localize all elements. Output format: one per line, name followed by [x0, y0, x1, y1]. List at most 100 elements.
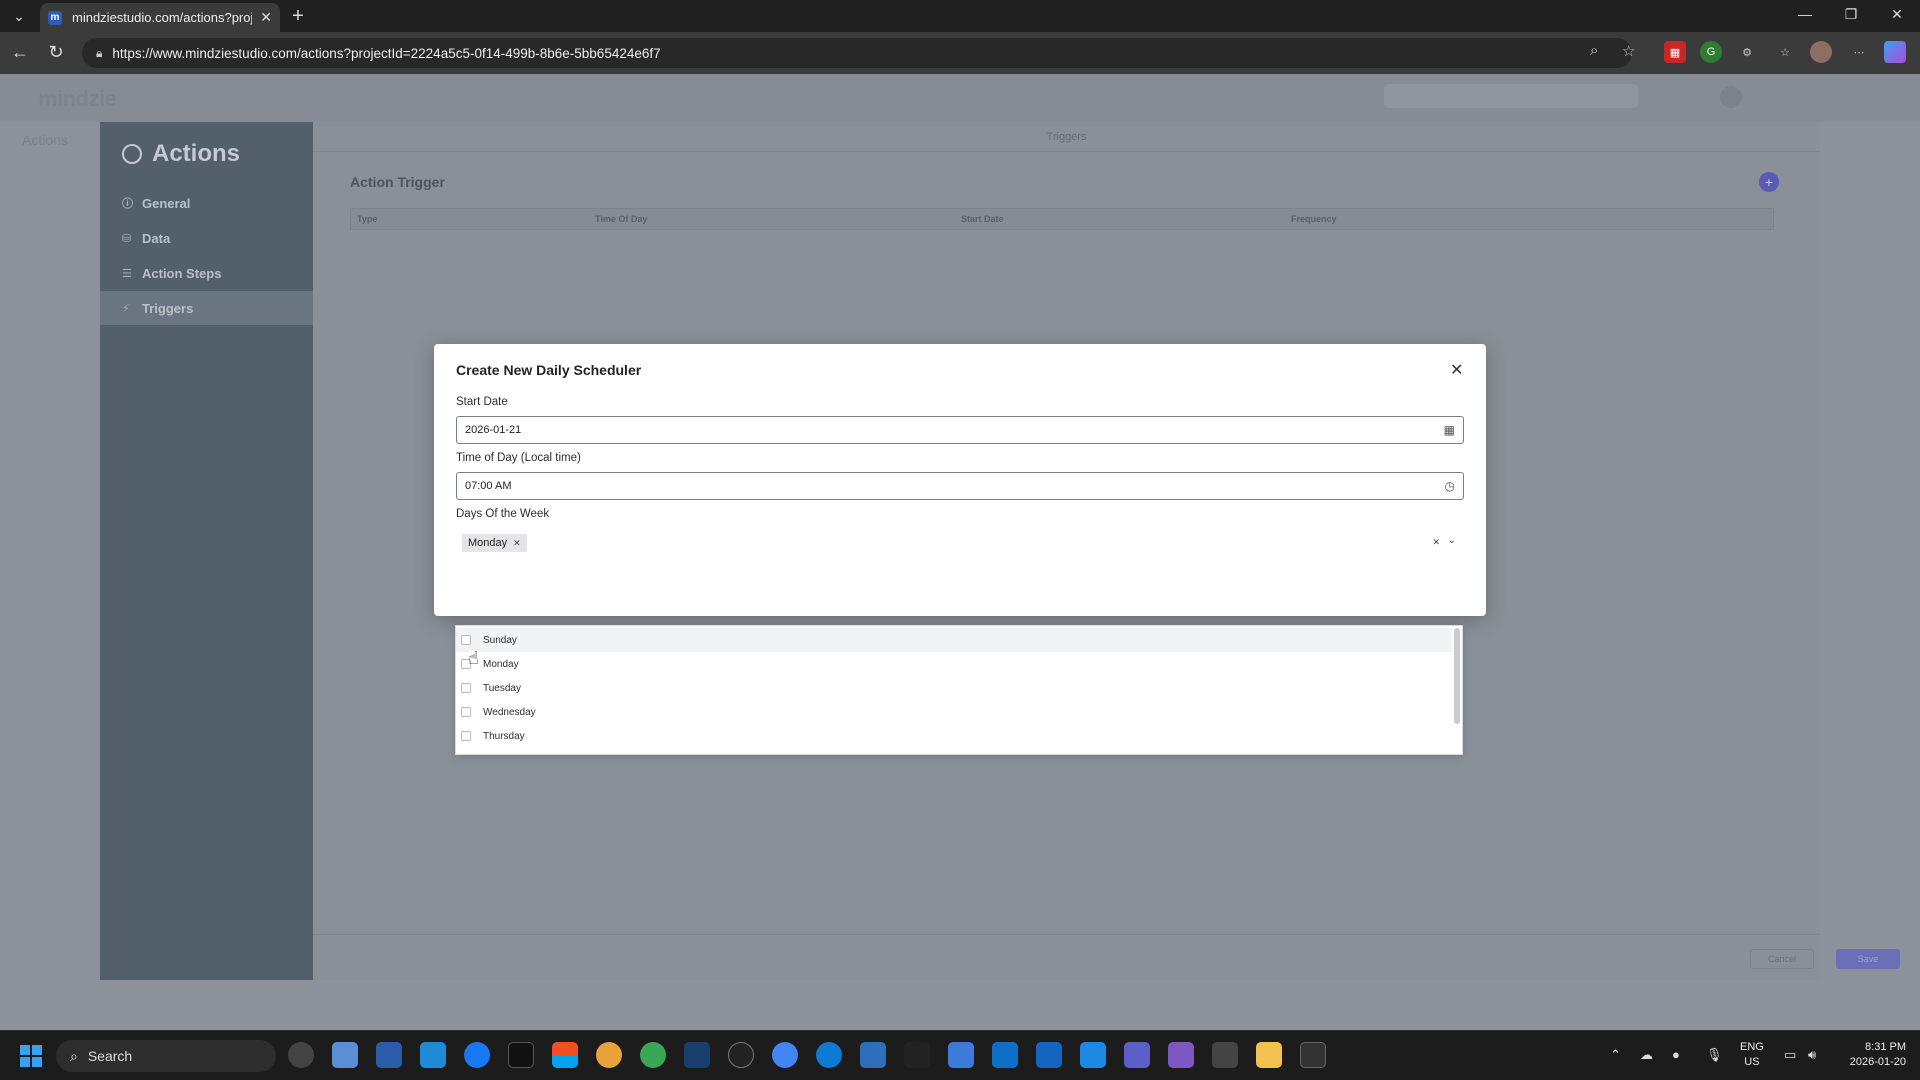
option-label: Wednesday [483, 706, 536, 718]
col-time-of-day: Time Of Day [595, 214, 648, 224]
nav-item-label: General [142, 195, 191, 211]
actions-icon [122, 144, 142, 164]
profile-avatar[interactable] [1810, 41, 1832, 63]
option-wednesday[interactable]: Wednesday [456, 700, 1452, 724]
bolt-icon: ⚡︎ [122, 302, 130, 315]
option-label: Thursday [483, 730, 525, 742]
days-dropdown-list: Sunday Monday Tuesday Wednesday Thursday [455, 625, 1463, 755]
file-explorer-icon[interactable] [1256, 1042, 1282, 1068]
refresh-icon[interactable]: ↻ [44, 42, 68, 63]
extensions-puzzle-icon[interactable]: ⚙ [1736, 41, 1758, 63]
favorite-star-icon[interactable]: ☆ [1622, 42, 1635, 60]
nav-item-label: Action Steps [142, 265, 222, 281]
windows-start-icon[interactable] [20, 1045, 42, 1067]
microphone-icon[interactable]: 🎙︎ [1706, 1047, 1723, 1063]
tab-close-icon[interactable]: ✕ [260, 9, 272, 26]
window-close-icon[interactable]: ✕ [1882, 6, 1912, 23]
chrome-profile-icon[interactable] [772, 1042, 798, 1068]
address-bar[interactable]: 🔒︎ https://www.mindziestudio.com/actions… [82, 38, 1632, 68]
powershell-icon[interactable] [860, 1042, 886, 1068]
app-icon-17[interactable] [992, 1042, 1018, 1068]
zoom-icon[interactable]: ⌕ [1590, 42, 1598, 59]
chatgpt-icon[interactable] [728, 1042, 754, 1068]
option-monday[interactable]: Monday [456, 652, 1452, 676]
region-code: US [1744, 1056, 1760, 1068]
app-icon-2[interactable] [332, 1042, 358, 1068]
app-icon-4[interactable] [420, 1042, 446, 1068]
app-icon-15[interactable] [904, 1042, 930, 1068]
app-icon-1[interactable] [288, 1042, 314, 1068]
option-label: Tuesday [483, 682, 521, 694]
data-icon: ⛁ [122, 232, 132, 245]
nav-title-text: Actions [152, 140, 241, 167]
taskbar: ⌕ Search ⌃ ☁ ● 🎙︎ ENG US ▭ 🔊︎ 8:31 PM 20… [0, 1030, 1920, 1080]
search-icon: ⌕ [70, 1047, 78, 1064]
system-clock[interactable]: 8:31 PM 2026-01-20 [1836, 1040, 1906, 1070]
selected-day-chip: Monday ✕ [462, 534, 527, 552]
azure-icon[interactable] [1036, 1042, 1062, 1068]
microsoft-icon[interactable] [552, 1042, 578, 1068]
calendar-icon[interactable]: ▦ [1444, 423, 1455, 437]
copilot-icon[interactable] [1884, 41, 1906, 63]
volume-icon[interactable]: 🔊︎ [1808, 1047, 1816, 1063]
clock-date: 2026-01-20 [1849, 1056, 1906, 1068]
option-sunday[interactable]: Sunday [456, 628, 1452, 652]
chrome-alt-icon[interactable] [640, 1042, 666, 1068]
app-icon-3[interactable] [376, 1042, 402, 1068]
tray-chevron-up-icon[interactable]: ⌃ [1610, 1047, 1621, 1063]
footer-divider [313, 934, 1820, 935]
onedrive-icon[interactable]: ☁ [1640, 1047, 1653, 1063]
days-of-week-multiselect[interactable]: Monday ✕ ✕ ⌄ [456, 529, 1464, 557]
back-icon[interactable]: ← [8, 42, 32, 63]
clear-selection-icon[interactable]: ✕ [1432, 537, 1440, 548]
clock-icon[interactable]: ◷ [1445, 479, 1455, 493]
terminal-icon[interactable] [1300, 1042, 1326, 1068]
start-date-input[interactable]: 2026-01-21 ▦ [456, 416, 1464, 444]
favorites-icon[interactable]: ☆ [1774, 41, 1796, 63]
nav-item-label: Data [142, 230, 171, 246]
vscode-icon[interactable] [1080, 1042, 1106, 1068]
outlook-icon[interactable] [948, 1042, 974, 1068]
checkbox[interactable] [461, 731, 471, 741]
add-trigger-button: + [1759, 172, 1779, 192]
chevron-down-icon[interactable]: ⌄ [1448, 535, 1456, 546]
url-text: https://www.mindziestudio.com/actions?pr… [112, 45, 661, 61]
visual-studio-icon[interactable] [1168, 1042, 1194, 1068]
time-of-day-input[interactable]: 07:00 AM ◷ [456, 472, 1464, 500]
facebook-icon[interactable] [464, 1042, 490, 1068]
browser-tab[interactable]: m mindziestudio.com/actions?proje ✕ [40, 3, 280, 32]
network-icon[interactable]: ▭ [1784, 1047, 1796, 1063]
extension-icon[interactable]: ▦ [1664, 41, 1686, 63]
tab-triggers: Triggers [313, 122, 1820, 152]
app-icon-10[interactable] [684, 1042, 710, 1068]
grammarly-icon[interactable]: G [1700, 41, 1722, 63]
chrome-icon[interactable] [596, 1042, 622, 1068]
days-of-week-label: Days Of the Week [456, 508, 550, 520]
restore-icon[interactable]: ❐ [1836, 6, 1866, 23]
option-tuesday[interactable]: Tuesday [456, 676, 1452, 700]
teams-icon[interactable] [1124, 1042, 1150, 1068]
nav-item-label: Triggers [142, 300, 194, 316]
language-indicator[interactable]: ENG US [1740, 1040, 1764, 1070]
minimize-icon[interactable]: — [1790, 6, 1820, 22]
snipping-tool-icon[interactable] [1212, 1042, 1238, 1068]
steps-icon: ☰ [122, 267, 132, 280]
tab-list-icon[interactable]: ⌄ [8, 6, 30, 26]
browser-tab-bar: ⌄ m mindziestudio.com/actions?proje ✕ + … [0, 0, 1920, 32]
tray-app-icon[interactable]: ● [1672, 1047, 1680, 1062]
col-start-date: Start Date [961, 214, 1004, 224]
chip-label: Monday [468, 537, 508, 549]
chip-remove-icon[interactable]: ✕ [513, 538, 521, 549]
new-tab-icon[interactable]: + [286, 4, 310, 28]
modal-close-icon[interactable]: ✕ [1450, 360, 1463, 380]
taskbar-search[interactable]: ⌕ Search [56, 1040, 276, 1072]
checkbox[interactable] [461, 635, 471, 645]
time-of-day-label: Time of Day (Local time) [456, 452, 581, 464]
checkbox[interactable] [461, 683, 471, 693]
option-thursday[interactable]: Thursday [456, 724, 1452, 748]
dropdown-scrollbar[interactable] [1454, 628, 1460, 724]
app-icon-6[interactable] [508, 1042, 534, 1068]
edge-icon[interactable] [816, 1042, 842, 1068]
more-menu-icon[interactable]: ⋯ [1848, 41, 1870, 63]
checkbox[interactable] [461, 707, 471, 717]
